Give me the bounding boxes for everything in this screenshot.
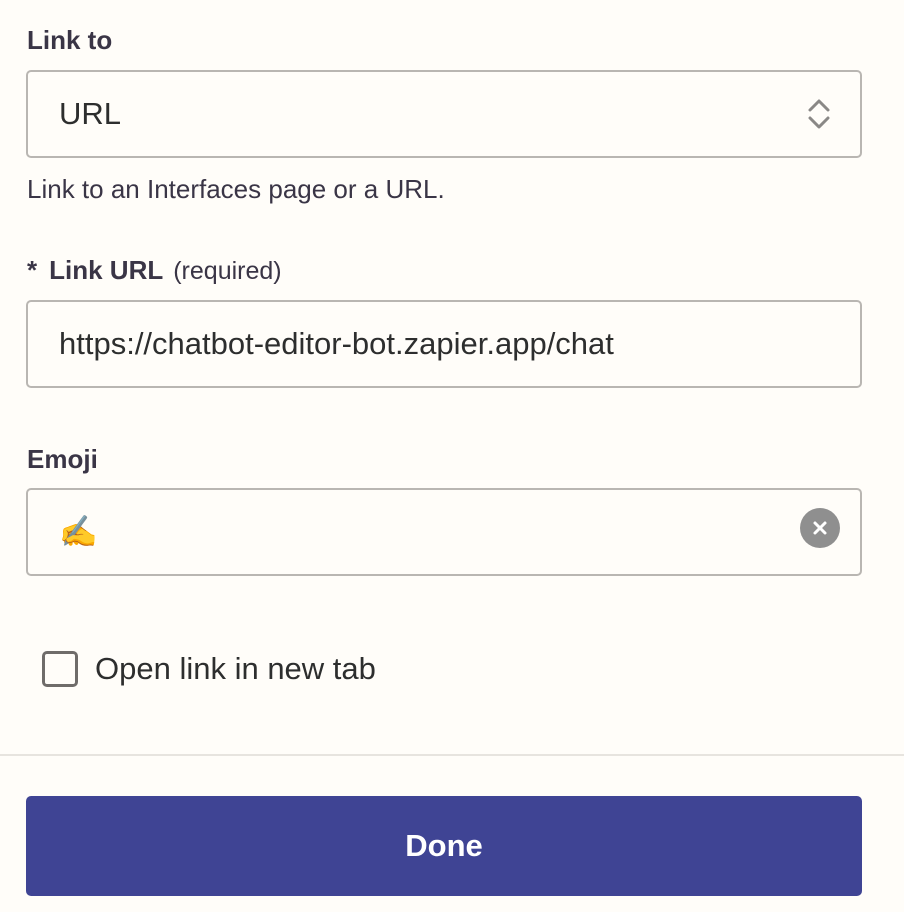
footer-divider [0, 754, 904, 756]
link-settings-panel: Link to URL Link to an Interfaces page o… [0, 0, 904, 912]
open-in-new-tab-label: Open link in new tab [95, 651, 376, 686]
link-to-select[interactable]: URL [26, 70, 862, 158]
emoji-label: Emoji [27, 444, 98, 474]
link-url-input[interactable]: https://chatbot-editor-bot.zapier.app/ch… [26, 300, 862, 388]
open-in-new-tab-option[interactable]: Open link in new tab [42, 651, 376, 687]
open-in-new-tab-checkbox[interactable] [42, 651, 78, 687]
emoji-value: ✍️ [59, 514, 98, 549]
link-to-label: Link to [27, 25, 113, 55]
link-url-label-row: * Link URL (required) [27, 255, 282, 286]
link-to-selected-value: URL [59, 96, 122, 131]
link-url-value: https://chatbot-editor-bot.zapier.app/ch… [59, 326, 614, 361]
done-button[interactable]: Done [26, 796, 862, 896]
emoji-input[interactable]: ✍️ [26, 488, 862, 576]
chevron-up-down-icon [806, 96, 832, 132]
link-to-helper-text: Link to an Interfaces page or a URL. [27, 174, 445, 204]
required-asterisk: * [27, 255, 38, 285]
required-note: (required) [173, 257, 282, 285]
link-url-label: Link URL [49, 255, 164, 285]
clear-icon[interactable] [800, 508, 840, 548]
